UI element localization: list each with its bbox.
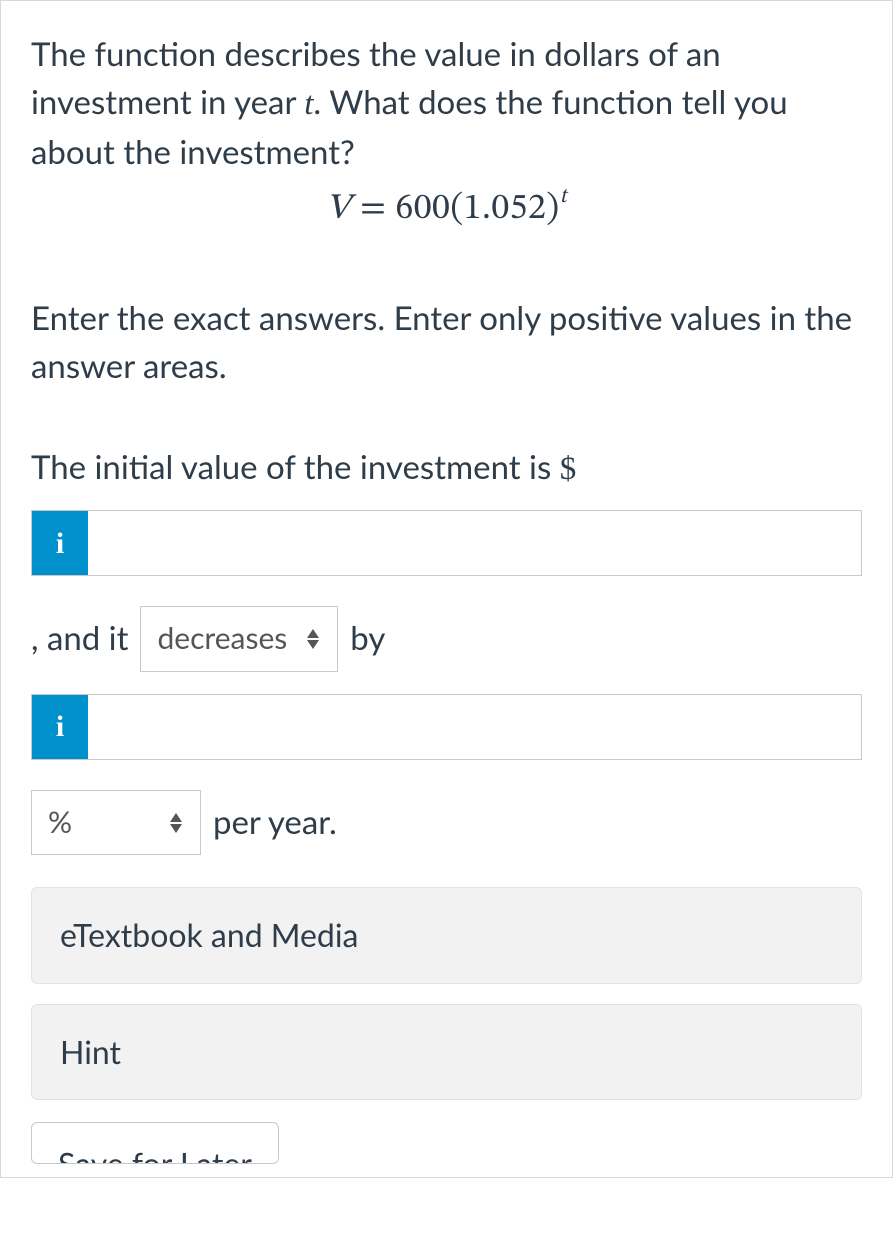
- rate-value-input[interactable]: [88, 695, 861, 759]
- by-text: by: [350, 615, 385, 663]
- unit-row: % per year.: [31, 790, 862, 856]
- direction-row: , and it decreases by: [31, 606, 862, 672]
- question-text: The function describes the value in doll…: [31, 31, 862, 177]
- per-year-text: per year.: [213, 799, 337, 847]
- initial-value-input[interactable]: [88, 511, 861, 575]
- direction-selected: decreases: [157, 617, 287, 661]
- instructions: Enter the exact answers. Enter only posi…: [31, 295, 862, 391]
- save-for-later-button[interactable]: Save for Later: [31, 1122, 279, 1164]
- etextbook-panel[interactable]: eTextbook and Media: [31, 887, 862, 983]
- info-icon-label: i: [56, 522, 64, 566]
- chevron-updown-icon: [168, 813, 184, 833]
- unit-select[interactable]: %: [31, 790, 201, 856]
- direction-select[interactable]: decreases: [140, 606, 338, 672]
- initial-value-row: i: [31, 510, 862, 576]
- etextbook-label: eTextbook and Media: [60, 915, 358, 954]
- dollar-sign: $: [560, 451, 577, 487]
- hint-label: Hint: [60, 1032, 121, 1071]
- and-it-text: , and it: [31, 615, 128, 663]
- info-icon[interactable]: i: [32, 695, 88, 759]
- answer-intro-text: The initial value of the investment is: [31, 447, 560, 487]
- equation-rhs-exp: t: [560, 187, 567, 208]
- equation-rhs-base: 600(1.052): [395, 191, 559, 227]
- info-icon[interactable]: i: [32, 511, 88, 575]
- hint-panel[interactable]: Hint: [31, 1004, 862, 1100]
- unit-selected: %: [48, 801, 72, 845]
- equation-lhs: V: [326, 191, 351, 227]
- answer-intro: The initial value of the investment is $: [31, 444, 862, 494]
- chevron-updown-icon: [305, 629, 321, 649]
- equation-eq: =: [351, 191, 395, 227]
- save-for-later-label: Save for Later: [58, 1144, 252, 1164]
- info-icon-label: i: [56, 705, 64, 749]
- equation: V = 600(1.052)t: [31, 183, 862, 235]
- rate-value-row: i: [31, 694, 862, 760]
